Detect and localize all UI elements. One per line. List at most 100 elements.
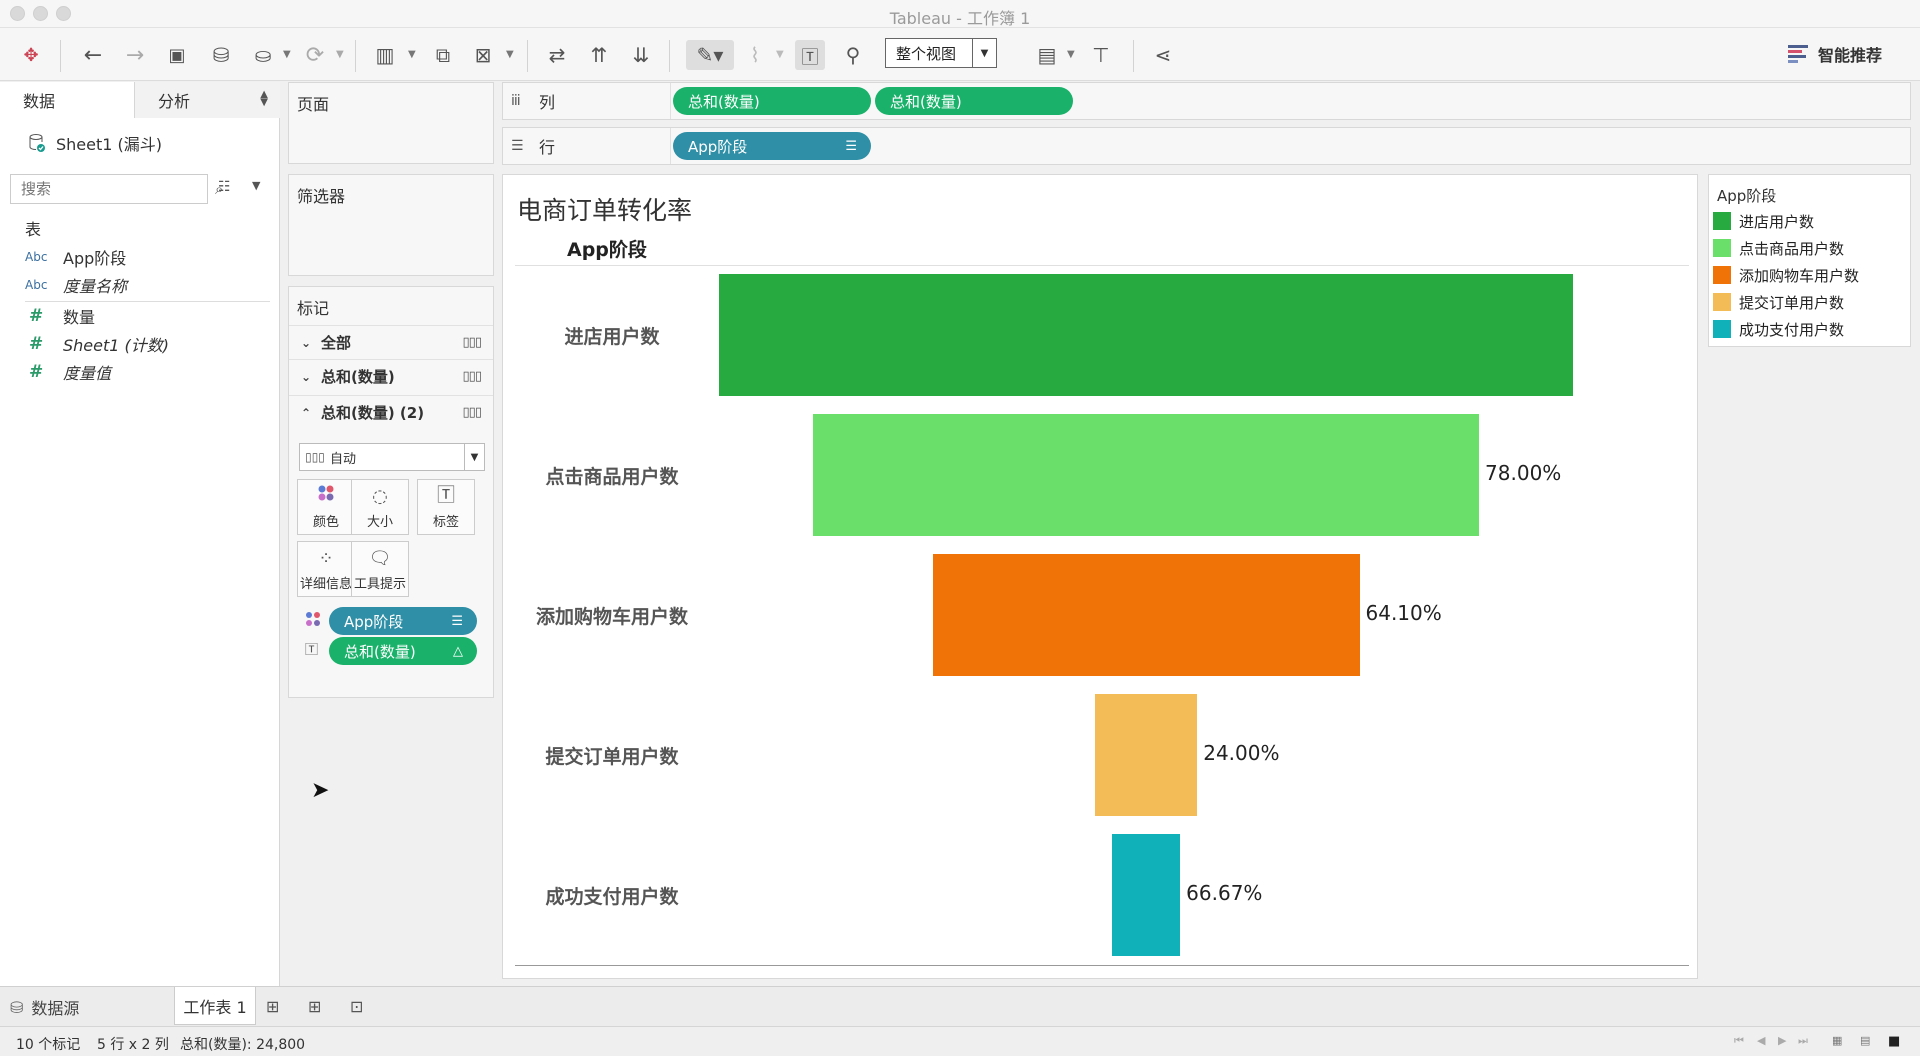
field-name: App阶段: [63, 249, 127, 268]
legend-title[interactable]: App阶段: [1717, 185, 1776, 206]
view-list-icon[interactable]: ☷: [218, 179, 231, 195]
field-name: 度量名称: [63, 277, 128, 296]
refresh-icon[interactable]: ⟳: [300, 40, 330, 70]
marks-all-row[interactable]: ⌄ 全部 ▯▯▯: [289, 325, 493, 359]
legend-swatch: [1713, 266, 1731, 284]
legend-item[interactable]: 提交订单用户数: [1713, 291, 1844, 313]
show-cards-icon[interactable]: ▤: [1032, 40, 1062, 70]
save-icon[interactable]: ▣: [162, 40, 192, 70]
clear-sheet-icon[interactable]: ⊠: [468, 40, 498, 70]
text-label-icon: 🅃: [437, 485, 455, 506]
presentation-mode-icon[interactable]: ⊤: [1086, 40, 1116, 70]
tab-data[interactable]: 数据: [0, 82, 135, 118]
datasource-tab[interactable]: ⛁ 数据源: [10, 987, 79, 1027]
fix-axes-icon[interactable]: ⚲: [838, 40, 868, 70]
chart-view: 电商订单转化率 App阶段 进店用户数 点击商品用户数 78.00% 添加购物车用户数…: [502, 174, 1698, 979]
columns-shelf[interactable]: iii 列 总和(数量) 总和(数量): [502, 82, 1911, 120]
funnel-bar[interactable]: [1094, 694, 1198, 816]
window-title: Tableau - 工作簿 1: [889, 9, 1031, 28]
legend-item[interactable]: 成功支付用户数: [1713, 318, 1844, 340]
smart-recommend-button[interactable]: 智能推荐: [1788, 40, 1882, 68]
field-sheet1-count[interactable]: # Sheet1 (计数): [25, 332, 169, 356]
legend-item[interactable]: 进店用户数: [1713, 210, 1814, 232]
columns-pill-sum-quantity-2[interactable]: 总和(数量): [875, 87, 1073, 115]
last-sheet-icon[interactable]: ⏭: [1798, 1034, 1808, 1048]
marks-pill-sum-quantity[interactable]: 总和(数量) △: [329, 637, 477, 665]
funnel-bar[interactable]: [719, 274, 1573, 396]
mark-type-select[interactable]: ▯▯▯ 自动 ▼: [299, 443, 485, 471]
fit-view-select[interactable]: 整个视图 ▼: [885, 38, 997, 68]
category-label[interactable]: 成功支付用户数: [513, 882, 711, 909]
funnel-bar[interactable]: [812, 414, 1480, 536]
size-button[interactable]: ◌ 大小: [351, 479, 409, 535]
swap-rows-columns-icon[interactable]: ⇄: [542, 40, 572, 70]
filters-card[interactable]: 筛选器: [288, 174, 494, 276]
tab-analytics[interactable]: 分析 ▲ ▼: [135, 82, 280, 118]
field-search[interactable]: ⌕: [10, 174, 223, 204]
rows-pill-app-stage[interactable]: App阶段 ☰: [673, 132, 871, 160]
status-sum: 总和(数量): 24,800: [180, 1037, 306, 1053]
chevron-down-icon[interactable]: ▼: [252, 179, 260, 192]
sheet-tab-1[interactable]: 工作表 1: [174, 987, 256, 1025]
pause-updates-icon[interactable]: ⛀: [248, 40, 278, 70]
field-quantity[interactable]: # 数量: [25, 304, 95, 328]
color-button[interactable]: 颜色: [297, 479, 355, 535]
prev-sheet-icon[interactable]: ◀: [1757, 1034, 1765, 1047]
chart-title[interactable]: 电商订单转化率: [517, 191, 692, 227]
tabs-view-icon[interactable]: ■: [1888, 1034, 1900, 1049]
first-sheet-icon[interactable]: ⏮: [1734, 1034, 1744, 1048]
field-measure-values[interactable]: # 度量值: [25, 360, 111, 384]
next-sheet-icon[interactable]: ▶: [1778, 1034, 1786, 1047]
highlight-icon[interactable]: ✎▾: [686, 40, 734, 70]
new-worksheet-icon[interactable]: ▥: [370, 40, 400, 70]
row-header[interactable]: App阶段: [567, 235, 647, 262]
funnel-bar[interactable]: [932, 554, 1360, 676]
label-button[interactable]: 🅃 标签: [417, 479, 475, 535]
rows-shelf[interactable]: ☰ 行 App阶段 ☰: [502, 127, 1911, 165]
tooltip-button[interactable]: 🗨 工具提示: [351, 541, 409, 597]
duplicate-sheet-icon[interactable]: ⧉: [428, 40, 458, 70]
show-mark-labels-icon[interactable]: 🅃: [795, 40, 825, 70]
legend-item[interactable]: 添加购物车用户数: [1713, 264, 1859, 286]
sheet-tabs-bar: ⛁ 数据源 工作表 1 ⊞ ⊞ ⊡: [0, 986, 1920, 1026]
marks-pill-app-stage[interactable]: App阶段 ☰: [329, 607, 477, 635]
legend-swatch: [1713, 320, 1731, 338]
pages-card[interactable]: 页面: [288, 82, 494, 164]
marks-sum-row[interactable]: ⌄ 总和(数量) ▯▯▯: [289, 359, 493, 393]
pages-card-title: 页面: [297, 95, 330, 114]
filmstrip-view-icon[interactable]: ▦: [1832, 1034, 1842, 1047]
datasource-item[interactable]: Sheet1 (漏斗): [28, 128, 162, 158]
redo-icon[interactable]: →: [120, 40, 150, 70]
new-datasource-icon[interactable]: ⛁: [206, 40, 236, 70]
chevron-down-icon: ▼: [972, 39, 996, 67]
detail-button[interactable]: ⁘ 详细信息: [297, 541, 355, 597]
number-type-icon: #: [29, 306, 44, 326]
new-story-icon[interactable]: ⊡: [350, 997, 372, 1017]
category-label[interactable]: 添加购物车用户数: [513, 602, 711, 629]
sort-ascending-icon[interactable]: ⇈: [584, 40, 614, 70]
axis-baseline: [515, 965, 1689, 966]
new-worksheet-icon[interactable]: ⊞: [266, 997, 288, 1017]
sort-arrows-icon[interactable]: ▲ ▼: [260, 90, 268, 108]
marks-sum-2-row[interactable]: ⌃ 总和(数量) (2) ▯▯▯: [289, 395, 493, 429]
category-label[interactable]: 点击商品用户数: [513, 462, 711, 489]
rows-label-text: 行: [539, 138, 556, 157]
sheet-sorter-icon[interactable]: ▤: [1860, 1034, 1870, 1047]
field-measure-names[interactable]: Abc 度量名称: [25, 273, 127, 297]
tableau-window: Tableau - 工作簿 1 ✥ ← → ▣ ⛁ ⛀ ▼ ⟳ ▼ ▥ ▼ ⧉ …: [0, 0, 1920, 1056]
search-input[interactable]: [11, 180, 215, 198]
category-label[interactable]: 提交订单用户数: [513, 742, 711, 769]
share-icon[interactable]: ⋖: [1148, 40, 1178, 70]
columns-pill-sum-quantity-1[interactable]: 总和(数量): [673, 87, 871, 115]
undo-icon[interactable]: ←: [78, 40, 108, 70]
sort-descending-icon[interactable]: ⇊: [626, 40, 656, 70]
group-members-icon[interactable]: ⌇: [740, 40, 770, 70]
funnel-bar[interactable]: [1111, 834, 1181, 956]
tableau-logo-icon[interactable]: ✥: [16, 40, 46, 70]
marks-card: 标记 ⌄ 全部 ▯▯▯ ⌄ 总和(数量) ▯▯▯ ⌃ 总和(数量) (2) ▯▯…: [288, 286, 494, 698]
category-label[interactable]: 进店用户数: [513, 322, 711, 349]
title-bar: Tableau - 工作簿 1: [0, 0, 1920, 28]
new-dashboard-icon[interactable]: ⊞: [308, 997, 330, 1017]
field-app-stage[interactable]: Abc App阶段: [25, 245, 126, 269]
legend-item[interactable]: 点击商品用户数: [1713, 237, 1844, 259]
